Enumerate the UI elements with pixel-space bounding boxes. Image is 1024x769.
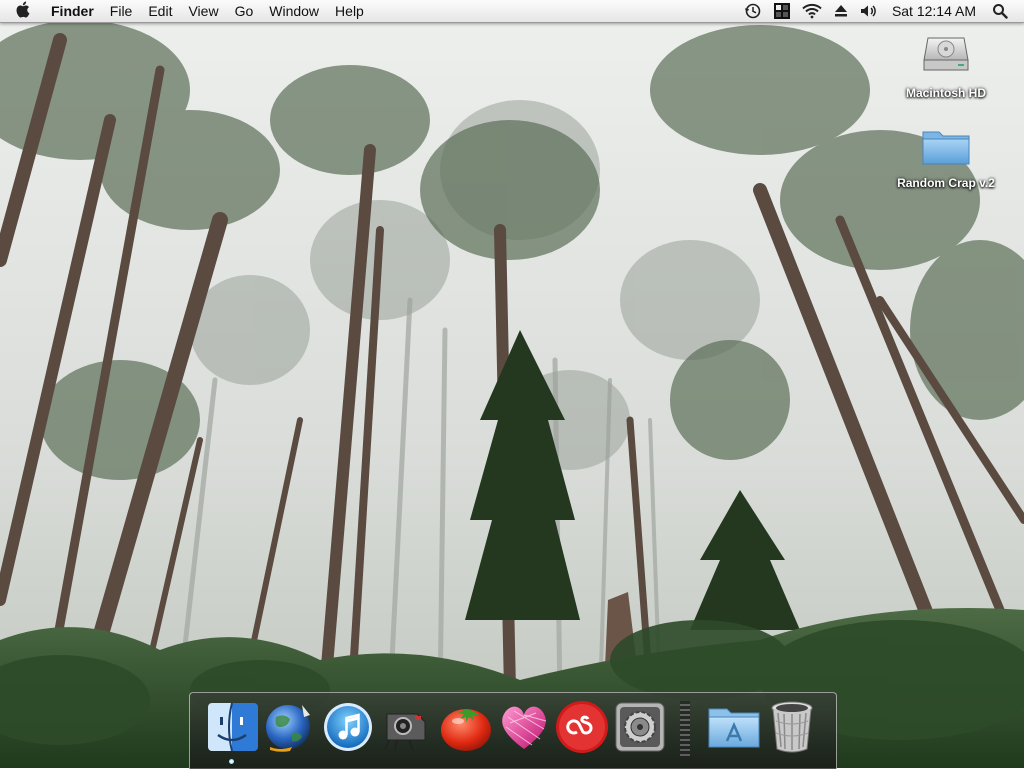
dock-item-system-preferences[interactable] [612,701,668,757]
menu-window[interactable]: Window [261,0,327,22]
heart-icon [496,699,552,760]
dock-item-trash[interactable] [764,701,820,757]
dock-item-itunes[interactable] [320,701,376,757]
dock-item-transmit[interactable] [378,701,434,757]
volume-icon[interactable] [860,0,878,22]
apple-menu[interactable] [11,0,33,22]
menu-help[interactable]: Help [327,0,372,22]
finder-icon [206,701,258,758]
menu-edit[interactable]: Edit [140,0,180,22]
menu-go[interactable]: Go [227,0,262,22]
folder-icon [921,126,971,173]
dock-item-tomato[interactable] [438,701,494,757]
trash-icon [768,699,816,760]
desktop-wallpaper [0,0,1024,768]
menu-view[interactable]: View [180,0,226,22]
dock-item-applications[interactable] [706,701,762,757]
forest-scene [0,0,1024,768]
applications-folder-icon [706,701,762,758]
camino-icon [262,699,318,760]
menu-file[interactable]: File [102,0,141,22]
menu-clock[interactable]: Sat 12:14 AM [892,3,976,19]
dock-item-camino[interactable] [262,701,318,757]
desktop-icon-label: Random Crap v.2 [897,176,995,190]
desktop-icon-random-crap[interactable]: Random Crap v.2 [886,126,1006,190]
menu-app-finder[interactable]: Finder [43,0,102,22]
desktop-icon-macintosh-hd[interactable]: Macintosh HD [886,32,1006,100]
time-machine-icon[interactable] [744,0,762,22]
menu-bar: Finder File Edit View Go Window Help Sat… [0,0,1024,23]
eject-icon[interactable] [834,0,848,22]
itunes-icon [321,700,375,759]
dock [189,692,837,769]
tomato-icon [438,699,494,760]
system-preferences-icon [613,700,667,759]
menu-bar-extras: Sat 12:14 AM [738,0,1024,22]
spaces-icon[interactable] [773,0,790,22]
dock-item-finder[interactable] [204,701,260,757]
dock-running-indicator [229,759,234,764]
dock-item-lastfm[interactable] [554,699,610,760]
dock-item-growl[interactable] [496,701,552,757]
apple-icon [15,1,30,21]
wifi-icon[interactable] [802,0,822,22]
hard-drive-icon [922,32,970,83]
transmit-icon [379,700,433,759]
menu-bar-left: Finder File Edit View Go Window Help [0,0,372,22]
lastfm-icon [554,699,610,760]
spotlight-icon[interactable] [992,0,1008,22]
dock-separator [680,701,690,759]
desktop-icon-label: Macintosh HD [905,86,986,100]
